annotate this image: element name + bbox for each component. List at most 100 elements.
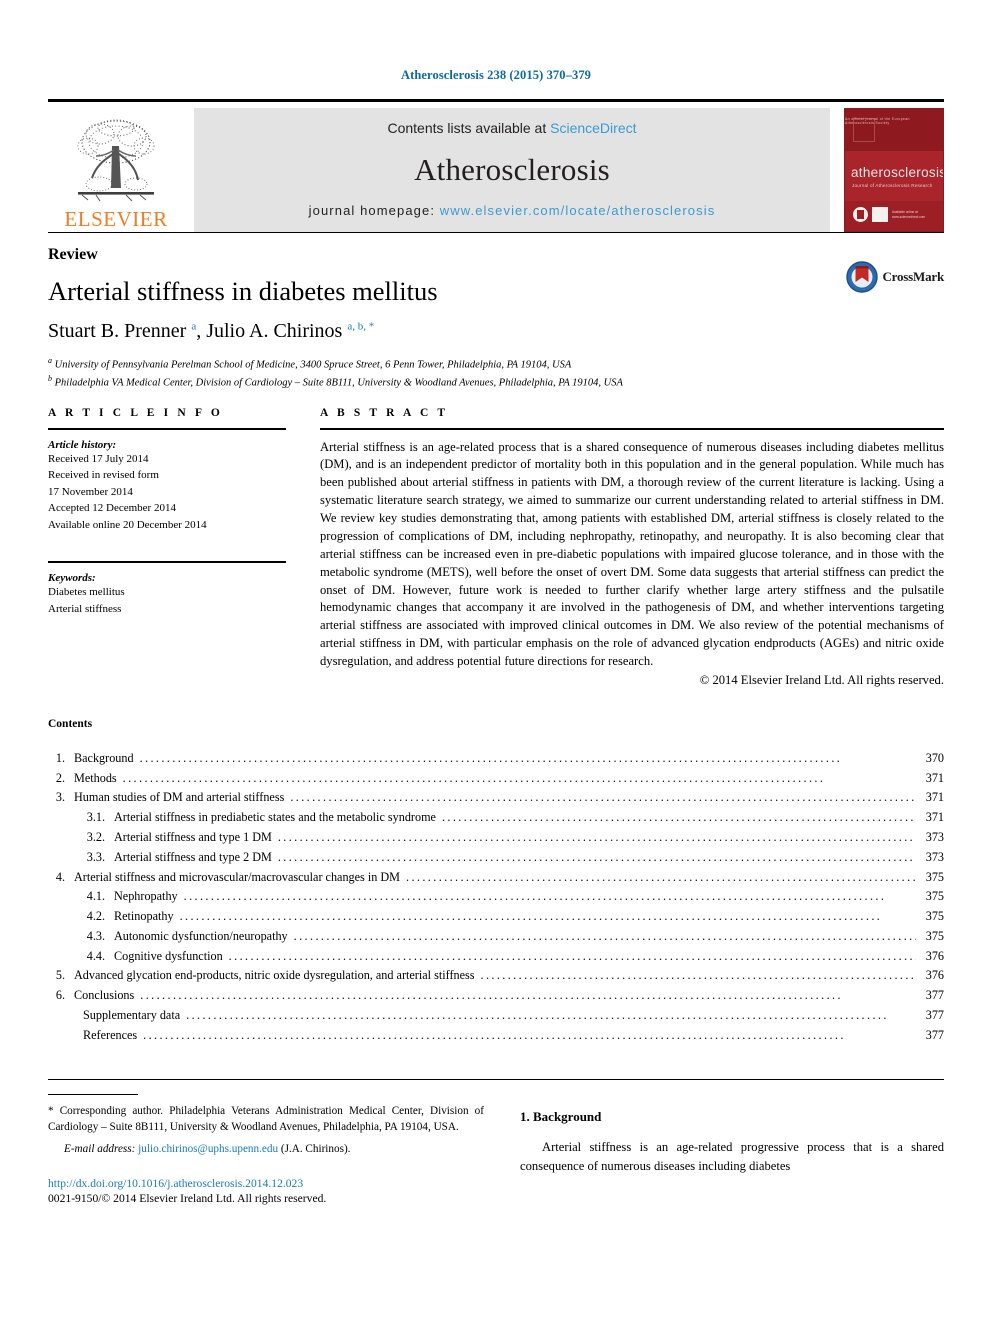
keyword-item: Arterial stiffness xyxy=(48,602,122,615)
issn-copyright: 0021-9150/© 2014 Elsevier Ireland Ltd. A… xyxy=(48,1192,327,1206)
corresponding-author-note: * Corresponding author. Philadelphia Vet… xyxy=(48,1104,484,1136)
homepage-url-link[interactable]: www.elsevier.com/locate/atherosclerosis xyxy=(440,203,716,218)
toc-entry-label: Background xyxy=(74,750,134,765)
toc-entry[interactable]: 6. Conclusions...........................… xyxy=(48,986,944,1006)
cover-badge-text: Available online at www.sciencedirect.co… xyxy=(892,210,926,219)
abstract-rule xyxy=(320,427,944,430)
history-line: Available online 20 December 2014 xyxy=(48,518,207,531)
toc-entry-label: Arterial stiffness and type 2 DM xyxy=(114,849,272,864)
article-history-label: Article history: xyxy=(48,438,117,451)
toc-entry-page: 375 xyxy=(925,928,944,943)
elsevier-tree-icon xyxy=(77,119,155,202)
toc-entry-label: Conclusions xyxy=(74,988,135,1003)
contents-heading: Contents xyxy=(48,717,93,730)
toc-entry-label: Arterial stiffness and type 1 DM xyxy=(114,830,272,845)
history-line: Received 17 July 2014 xyxy=(48,452,149,465)
toc-leader-dots: ........................................… xyxy=(143,1027,846,1042)
contents-list: 1. Background............................… xyxy=(48,749,944,1045)
affiliation-a-text: University of Pennsylvania Perelman Scho… xyxy=(54,359,572,371)
section-1-heading: 1. Background xyxy=(520,1109,602,1125)
keyword-item: Diabetes mellitus xyxy=(48,586,125,599)
abstract-heading: A B S T R A C T xyxy=(320,406,449,419)
contents-available-line: Contents lists available at ScienceDirec… xyxy=(387,120,636,136)
toc-leader-dots: ........................................… xyxy=(480,968,917,983)
affiliation-a-marker: a xyxy=(48,356,52,366)
toc-entry-number: 2. xyxy=(55,770,65,785)
toc-entry[interactable]: 4.3. Autonomic dysfunction/neuropathy....… xyxy=(48,927,944,947)
article-info-rule xyxy=(48,427,286,430)
body-column: 1. Background Arterial stiffness is an a… xyxy=(520,1094,944,1205)
corresponding-marker: * xyxy=(48,1105,54,1118)
toc-leader-dots: ........................................… xyxy=(183,889,887,904)
toc-entry[interactable]: References..............................… xyxy=(48,1026,944,1046)
author-prenner: Stuart B. Prenner xyxy=(48,320,192,343)
masthead-top-rule xyxy=(48,99,944,102)
toc-entry-number: 4.4. xyxy=(86,948,105,963)
toc-entry-number: 4.3. xyxy=(86,928,105,943)
title-block: CrossMark Review Arterial stiffness in d… xyxy=(48,233,944,391)
history-line: Received in revised form xyxy=(48,469,159,482)
toc-entry[interactable]: 3. Human studies of DM and arterial stiff… xyxy=(48,788,944,808)
elsevier-logo[interactable]: ELSEVIER xyxy=(48,108,184,232)
toc-entry-page: 375 xyxy=(925,869,944,884)
toc-entry-page: 373 xyxy=(925,830,944,845)
article-type: Review xyxy=(48,246,98,263)
toc-entry-label: References xyxy=(83,1027,138,1042)
toc-entry[interactable]: 4.1. Nephropathy.........................… xyxy=(48,887,944,907)
history-line: 17 November 2014 xyxy=(48,485,133,498)
keywords-block: Keywords: Diabetes mellitus Arterial sti… xyxy=(48,561,286,617)
email-owner: (J.A. Chirinos). xyxy=(280,1143,351,1156)
toc-entry-number: 3. xyxy=(55,790,65,805)
email-line: E-mail address: julio.chirinos@uphs.upen… xyxy=(48,1143,484,1155)
toc-entry-page: 371 xyxy=(925,790,944,805)
toc-entry[interactable]: 4.2. Retinopathy.........................… xyxy=(48,907,944,927)
toc-entry[interactable]: 2. Methods...............................… xyxy=(48,769,944,789)
toc-entry[interactable]: 1. Background............................… xyxy=(48,749,944,769)
affiliation-a: a University of Pennsylvania Perelman Sc… xyxy=(48,355,944,373)
toc-entry-page: 376 xyxy=(925,968,944,983)
article-info-column: A R T I C L E I N F O Article history: R… xyxy=(48,407,286,688)
toc-leader-dots: ........................................… xyxy=(122,770,826,785)
article-first-page: Atherosclerosis 238 (2015) 370–379 ELSEV… xyxy=(0,0,992,1323)
crossmark-label: CrossMark xyxy=(882,269,944,284)
toc-entry[interactable]: 4. Arterial stiffness and microvascular/m… xyxy=(48,868,944,888)
toc-entry-label: Advanced glycation end-products, nitric … xyxy=(74,968,475,983)
affiliation-b-marker: b xyxy=(48,373,52,383)
toc-entry[interactable]: 3.2. Arterial stiffness and type 1 DM....… xyxy=(48,828,944,848)
toc-entry-page: 375 xyxy=(925,889,944,904)
affiliation-b: b Philadelphia VA Medical Center, Divisi… xyxy=(48,373,944,391)
toc-entry[interactable]: 3.3. Arterial stiffness and type 2 DM....… xyxy=(48,848,944,868)
author-chirinos-affiliation-marker[interactable]: a, b, * xyxy=(347,320,374,332)
cover-badges: Available online at www.sciencedirect.co… xyxy=(853,207,940,222)
elsevier-wordmark: ELSEVIER xyxy=(64,207,168,231)
footer-region: * Corresponding author. Philadelphia Vet… xyxy=(48,1080,944,1205)
crossmark-badge[interactable]: CrossMark xyxy=(846,261,944,293)
toc-entry-label: Arterial stiffness and microvascular/mac… xyxy=(74,869,401,884)
toc-leader-dots: ........................................… xyxy=(277,830,916,845)
cover-sciencedirect-icon xyxy=(872,207,888,222)
crossmark-icon xyxy=(846,261,879,293)
keywords-rule xyxy=(48,561,286,564)
toc-entry[interactable]: 3.1. Arterial stiffness in prediabetic st… xyxy=(48,808,944,828)
toc-entry-number: 4. xyxy=(55,869,65,884)
keywords-label: Keywords: xyxy=(48,572,96,585)
toc-entry-number: 1. xyxy=(55,750,65,765)
email-label: E-mail address: xyxy=(64,1143,136,1156)
section-1-paragraph: Arterial stiffness is an age-related pro… xyxy=(520,1140,944,1173)
toc-entry-label: Autonomic dysfunction/neuropathy xyxy=(114,928,288,943)
sciencedirect-link[interactable]: ScienceDirect xyxy=(550,120,636,136)
toc-entry-number: 3.1. xyxy=(86,810,105,825)
sciencedirect-banner: Contents lists available at ScienceDirec… xyxy=(194,108,830,232)
journal-cover-thumbnail[interactable]: An official journal of the European Athe… xyxy=(844,108,944,232)
abstract-text: Arterial stiffness is an age-related pro… xyxy=(320,439,944,669)
email-link[interactable]: julio.chirinos@uphs.upenn.edu xyxy=(138,1143,278,1155)
doi-link[interactable]: http://dx.doi.org/10.1016/j.atherosclero… xyxy=(48,1177,484,1190)
toc-entry[interactable]: 4.4. Cognitive dysfunction...............… xyxy=(48,947,944,967)
toc-leader-dots: ........................................… xyxy=(139,750,843,765)
toc-entry[interactable]: 5. Advanced glycation end-products, nitri… xyxy=(48,966,944,986)
toc-entry[interactable]: Supplementary data......................… xyxy=(48,1006,944,1026)
toc-leader-dots: ........................................… xyxy=(441,810,916,825)
toc-leader-dots: ........................................… xyxy=(228,948,916,963)
cover-journal-title: atherosclerosis xyxy=(851,165,944,180)
cover-journal-subtitle: Journal of Atherosclerosis Research xyxy=(852,183,933,188)
